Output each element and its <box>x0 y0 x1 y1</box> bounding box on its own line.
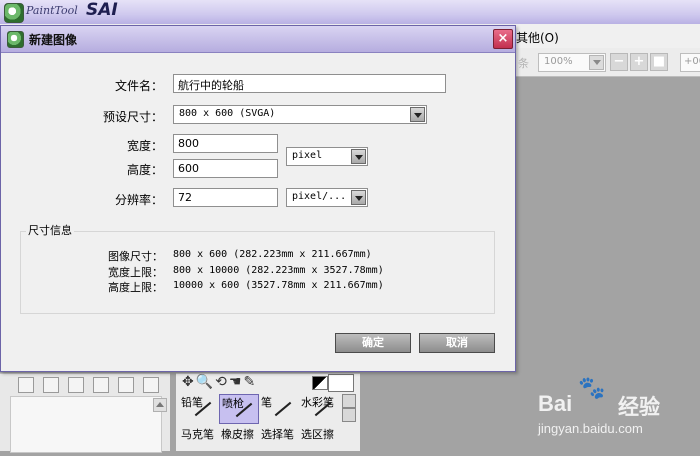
info-label: 图像尺寸： <box>108 250 163 263</box>
app-logo-brand: SAI <box>86 0 118 20</box>
resolution-unit-value: pixel/... <box>292 191 347 202</box>
resolution-label: 分辨率： <box>114 193 163 207</box>
new-image-dialog: 新建图像 × 文件名： 航行中的轮船 预设尺寸： 800 x 600 (SVGA… <box>0 25 516 372</box>
chevron-down-icon <box>589 55 604 70</box>
baidu-watermark: 🐾 Bai 经验 jingyan.baidu.com <box>538 376 698 448</box>
info-value: 800 x 10000 (282.223mm x 3527.78mm) <box>173 265 384 276</box>
width-value: 800 <box>178 137 199 150</box>
filename-label: 文件名： <box>114 79 163 93</box>
trash-icon[interactable] <box>93 377 109 393</box>
height-label: 高度： <box>126 163 163 177</box>
toolbar-faded-label: 条 <box>518 57 529 70</box>
zoom-value: 100% <box>544 56 573 67</box>
brush-select-eraser[interactable]: 选区擦 <box>299 426 339 456</box>
size-unit-select[interactable]: pixel <box>286 147 368 166</box>
app-icon <box>7 31 24 48</box>
brush-pencil[interactable]: 铅笔 <box>179 394 219 424</box>
dialog-title: 新建图像 <box>29 33 78 47</box>
size-info-title: 尺寸信息 <box>26 222 74 238</box>
watermark-url: jingyan.baidu.com <box>538 421 643 436</box>
app-titlebar: PaintTool SAI <box>0 0 700 24</box>
zoom-in-button[interactable]: + <box>630 53 648 71</box>
preset-value: 800 x 600 (SVGA) <box>179 108 276 119</box>
merge-layer-icon[interactable] <box>118 377 134 393</box>
preset-label: 预设尺寸： <box>102 110 163 124</box>
new-folder-icon[interactable] <box>43 377 59 393</box>
current-color-swatch[interactable] <box>328 374 354 392</box>
copy-layer-icon[interactable] <box>68 377 84 393</box>
filename-input[interactable]: 航行中的轮船 <box>173 74 446 93</box>
cancel-button[interactable]: 取消 <box>419 333 495 353</box>
brush-label: 喷枪 <box>222 397 244 410</box>
ok-button[interactable]: 确定 <box>335 333 411 353</box>
width-input[interactable]: 800 <box>173 134 278 153</box>
resolution-unit-select[interactable]: pixel/... <box>286 188 368 207</box>
info-value: 10000 x 600 (3527.78mm x 211.667mm) <box>173 280 384 291</box>
scroll-up-button[interactable] <box>153 398 167 412</box>
chevron-down-icon <box>351 190 366 205</box>
view-toolbar: 条 100% − + ■ +00 <box>516 48 700 77</box>
layer-list[interactable] <box>10 396 162 453</box>
brush-airbrush[interactable]: 喷枪 <box>219 394 259 424</box>
height-value: 600 <box>178 162 199 175</box>
dialog-titlebar[interactable]: 新建图像 × <box>1 26 515 53</box>
resolution-value: 72 <box>178 191 192 204</box>
color-swap-icon[interactable] <box>312 376 328 390</box>
info-label: 宽度上限： <box>108 266 163 279</box>
zoom-reset-button[interactable]: ■ <box>650 53 668 71</box>
brush-label: 笔 <box>261 396 272 409</box>
layer-panel <box>0 373 170 453</box>
tool-panel: ✥🔍⟲☚✎ 铅笔 喷枪 笔 水彩笔 马克笔 橡皮擦 选择笔 选区擦 <box>176 373 360 451</box>
scroll-down-button[interactable] <box>342 408 356 422</box>
resolution-input[interactable]: 72 <box>173 188 278 207</box>
tool-icon-row[interactable]: ✥🔍⟲☚✎ <box>182 374 257 390</box>
close-button[interactable]: × <box>493 29 513 49</box>
chevron-down-icon <box>351 149 366 164</box>
brush-pen[interactable]: 笔 <box>259 394 299 424</box>
rotate-value: +00 <box>684 56 700 67</box>
info-value: 800 x 600 (282.223mm x 211.667mm) <box>173 249 372 260</box>
info-label: 高度上限： <box>108 281 163 294</box>
brush-marker[interactable]: 马克笔 <box>179 426 219 456</box>
pen-icon <box>274 401 292 417</box>
brush-label: 橡皮擦 <box>221 428 254 441</box>
watermark-text: 经验 <box>618 395 660 419</box>
brush-label: 选择笔 <box>261 428 294 441</box>
brush-label: 马克笔 <box>181 428 214 441</box>
watermark-logo: Bai <box>538 391 573 416</box>
rotate-field[interactable]: +00 <box>680 53 700 72</box>
app-logo-text: PaintTool <box>26 4 78 17</box>
height-input[interactable]: 600 <box>173 159 278 178</box>
zoom-select[interactable]: 100% <box>538 53 606 72</box>
preset-select[interactable]: 800 x 600 (SVGA) <box>173 105 427 124</box>
brush-label: 铅笔 <box>181 396 203 409</box>
new-layer-icon[interactable] <box>18 377 34 393</box>
chevron-down-icon <box>410 107 425 122</box>
filename-value: 航行中的轮船 <box>178 79 244 92</box>
scroll-up-button[interactable] <box>342 394 356 408</box>
paw-icon: 🐾 <box>578 376 606 401</box>
brush-watercolor[interactable]: 水彩笔 <box>299 394 339 424</box>
width-label: 宽度： <box>126 139 163 153</box>
app-logo-icon <box>4 3 24 23</box>
brush-label: 选区擦 <box>301 428 334 441</box>
size-unit-value: pixel <box>292 150 323 161</box>
brush-scrollbar[interactable] <box>342 394 356 434</box>
brush-eraser[interactable]: 橡皮擦 <box>219 426 259 456</box>
clear-layer-icon[interactable] <box>143 377 159 393</box>
menu-item-other[interactable]: 其他(O) <box>516 29 559 46</box>
zoom-out-button[interactable]: − <box>610 53 628 71</box>
brush-select-pen[interactable]: 选择笔 <box>259 426 299 456</box>
